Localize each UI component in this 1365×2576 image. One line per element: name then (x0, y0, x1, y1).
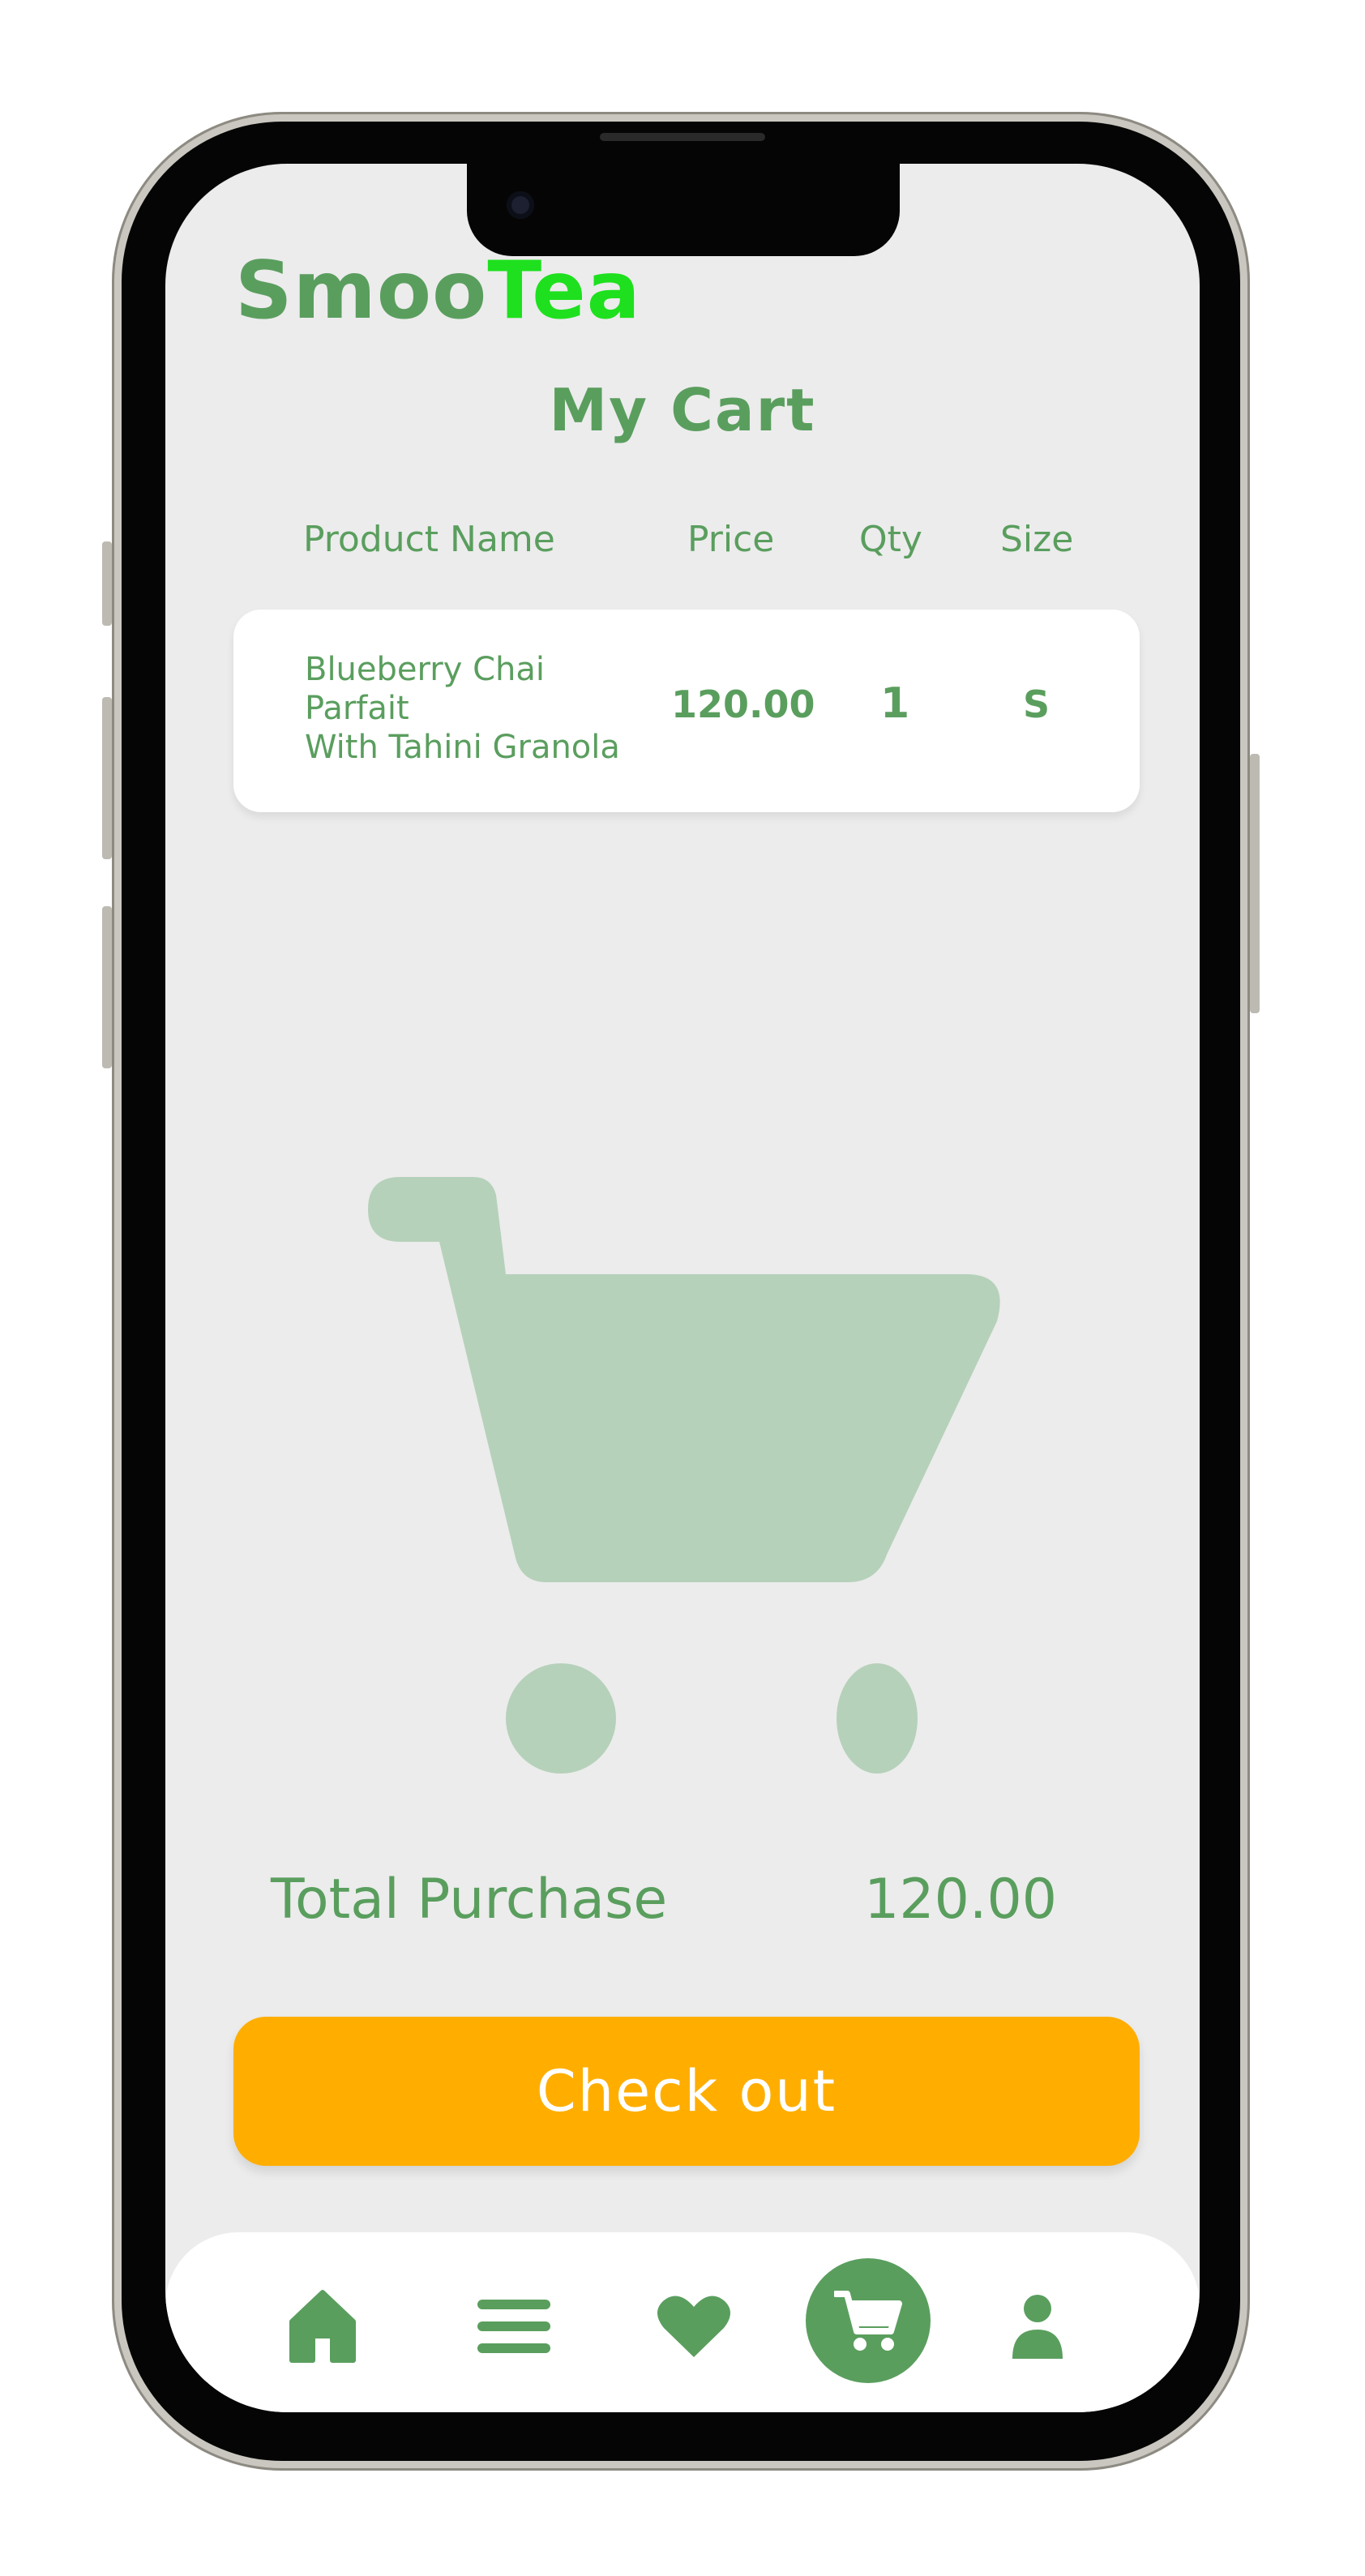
column-header-size: Size (1000, 519, 1074, 560)
cart-item-name-line1: Blueberry Chai (305, 651, 545, 688)
nav-favorites[interactable] (645, 2278, 742, 2375)
column-header-price: Price (687, 519, 775, 560)
cart-item-qty[interactable]: 1 (880, 679, 909, 728)
cart-item-row[interactable]: Blueberry Chai Parfait With Tahini Grano… (233, 610, 1140, 812)
total-value: 120.00 (864, 1868, 1057, 1932)
brand-logo: SmooTea (235, 245, 641, 337)
nav-menu[interactable] (465, 2278, 563, 2375)
cart-item-name-line2: Parfait (305, 690, 409, 727)
total-label: Total Purchase (271, 1868, 668, 1932)
nav-cart[interactable] (806, 2258, 931, 2383)
mute-switch (102, 541, 112, 626)
checkout-button[interactable]: Check out (233, 2017, 1140, 2166)
heart-icon (657, 2296, 730, 2357)
volume-down-button (102, 906, 112, 1068)
nav-profile[interactable] (989, 2278, 1086, 2375)
front-camera (507, 191, 534, 219)
bottom-nav (165, 2232, 1200, 2412)
cart-item-name: Blueberry Chai Parfait With Tahini Grano… (305, 650, 645, 767)
column-header-qty: Qty (859, 519, 922, 560)
home-icon (289, 2290, 356, 2363)
volume-up-button (102, 697, 112, 859)
nav-home[interactable] (274, 2278, 371, 2375)
earpiece-speaker (600, 133, 765, 141)
app-screen: SmooTea My Cart Product Name Price Qty S… (165, 164, 1200, 2412)
brand-logo-part2: Tea (487, 245, 641, 337)
cart-item-name-line3: With Tahini Granola (305, 729, 620, 766)
column-header-product: Product Name (303, 519, 555, 560)
power-button (1250, 754, 1260, 1013)
user-icon (1012, 2295, 1063, 2359)
brand-logo-part1: Smoo (235, 245, 488, 337)
page-title: My Cart (549, 376, 816, 444)
cart-illustration-icon (368, 1177, 1000, 1774)
cart-item-price: 120.00 (671, 683, 815, 726)
menu-icon (477, 2300, 550, 2353)
cart-item-size[interactable]: S (1023, 683, 1050, 726)
cart-icon (834, 2291, 902, 2351)
